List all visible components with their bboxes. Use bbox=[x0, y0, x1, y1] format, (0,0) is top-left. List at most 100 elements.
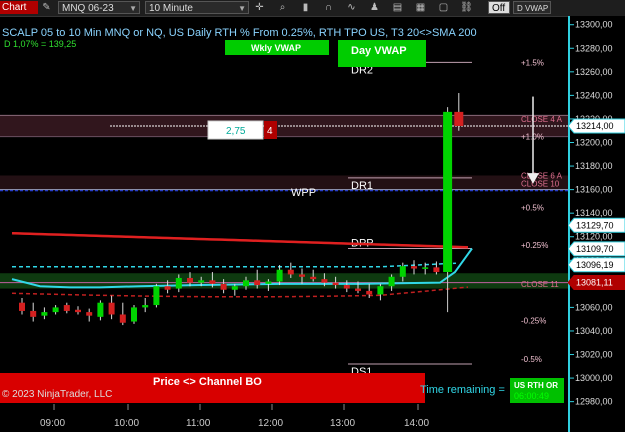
candle-body bbox=[75, 309, 81, 313]
candle-body bbox=[86, 312, 93, 316]
crosshair-icon[interactable]: ✛ bbox=[253, 1, 266, 14]
chart-title: SCALP 05 to 10 Min MNQ or NQ, US Daily R… bbox=[2, 27, 477, 39]
candle-body bbox=[310, 276, 317, 280]
pivot-label-dr1: DR1 bbox=[351, 180, 373, 192]
candle-body bbox=[209, 280, 216, 284]
session-badge: US RTH OR bbox=[514, 381, 558, 390]
candle-body bbox=[220, 283, 227, 290]
price-tick-label: 13020,00 bbox=[575, 350, 613, 360]
pct-label: +1.5% bbox=[521, 58, 544, 67]
close-zone bbox=[0, 175, 568, 190]
candle-32 bbox=[377, 283, 384, 301]
price-tick-label: 13180,00 bbox=[575, 161, 613, 171]
time-label: 10:00 bbox=[114, 418, 139, 429]
candle-body bbox=[443, 111, 453, 273]
pct-label: -0.25% bbox=[521, 316, 546, 325]
chart-tab[interactable]: Chart bbox=[0, 1, 38, 14]
pct-label: +0.5% bbox=[521, 203, 544, 212]
price-tick-label: 13120,00 bbox=[575, 232, 613, 242]
candle-body bbox=[41, 312, 48, 316]
candle-body bbox=[142, 305, 149, 308]
order-count: 4 bbox=[267, 126, 273, 137]
time-label: 13:00 bbox=[330, 418, 355, 429]
candle-body bbox=[377, 286, 384, 295]
interval-value: 10 Minute bbox=[149, 3, 193, 14]
strategy-icon[interactable]: ♟ bbox=[368, 1, 381, 14]
price-tick-label: 13260,00 bbox=[575, 67, 613, 77]
close-label: CLOSE 4 A bbox=[521, 115, 563, 124]
copyright: © 2023 NinjaTrader, LLC bbox=[2, 389, 112, 400]
candle-body bbox=[198, 280, 205, 283]
candle-body bbox=[108, 302, 115, 315]
candle-body bbox=[164, 286, 171, 290]
candle-body bbox=[366, 290, 373, 295]
chart-subtitle: D 1,07% = 139,25 bbox=[4, 39, 76, 49]
time-label: 12:00 bbox=[258, 418, 283, 429]
upper-band-line bbox=[12, 262, 457, 268]
candle-body bbox=[343, 285, 350, 289]
close-label: CLOSE 10 bbox=[521, 180, 560, 189]
candle-11 bbox=[142, 297, 149, 313]
day-vwap-line bbox=[11, 231, 469, 249]
candle-body bbox=[399, 266, 406, 277]
time-remaining-value: 06:00:49 bbox=[514, 391, 549, 401]
candle-body bbox=[433, 267, 440, 273]
template-icon[interactable]: ▦ bbox=[414, 1, 427, 14]
candle-body bbox=[153, 286, 160, 306]
candle-2 bbox=[41, 307, 48, 320]
link-icon[interactable]: ⛓ bbox=[460, 1, 473, 14]
price-tick-label: 13140,00 bbox=[575, 208, 613, 218]
candle-body bbox=[276, 269, 283, 282]
value-area-zone bbox=[0, 273, 568, 289]
draw-tool-icon[interactable]: ✎ bbox=[40, 1, 53, 14]
price-marker-label: 13129,70 bbox=[576, 220, 614, 230]
candle-9 bbox=[119, 302, 126, 326]
candle-body bbox=[254, 280, 261, 286]
day-vwap-label: Day VWAP bbox=[351, 45, 407, 57]
candle-body bbox=[454, 111, 464, 127]
pct-label: +0.25% bbox=[521, 241, 548, 250]
candle-4 bbox=[63, 302, 70, 314]
candle-body bbox=[411, 266, 417, 269]
properties-icon[interactable]: ▤ bbox=[391, 1, 404, 14]
candle-body bbox=[243, 280, 249, 287]
candle-body bbox=[388, 276, 395, 287]
candle-body bbox=[175, 277, 182, 289]
window-icon[interactable]: ▢ bbox=[437, 1, 450, 14]
magnet-icon[interactable]: ∩ bbox=[322, 1, 335, 14]
candle-body bbox=[265, 281, 272, 284]
candle-body bbox=[332, 282, 339, 286]
candle-body bbox=[63, 305, 70, 311]
candle-body bbox=[30, 310, 37, 317]
close-label: CLOSE 11 bbox=[521, 280, 559, 289]
off-toggle[interactable]: Off bbox=[488, 1, 510, 14]
price-tick-label: 13200,00 bbox=[575, 138, 613, 148]
bar-type-icon[interactable]: ▮ bbox=[299, 1, 312, 14]
price-tick-label: 12980,00 bbox=[575, 397, 613, 407]
price-marker-label: 13081,11 bbox=[576, 278, 613, 288]
price-channel-label: Price <> Channel BO bbox=[153, 376, 262, 388]
candle-1 bbox=[30, 302, 37, 322]
chevron-down-icon: ▼ bbox=[129, 4, 137, 13]
price-tick-label: 13240,00 bbox=[575, 90, 613, 100]
chevron-down-icon: ▼ bbox=[238, 4, 246, 13]
price-tick-label: 13040,00 bbox=[575, 326, 613, 336]
candle-0 bbox=[19, 297, 25, 315]
candle-body bbox=[52, 307, 59, 313]
price-axis[interactable]: 13300,0013280,0013260,0013240,0013220,00… bbox=[568, 16, 625, 432]
d-vwap-button[interactable]: D VWAP bbox=[513, 1, 551, 14]
candle-7 bbox=[97, 300, 104, 321]
chart-panel[interactable]: DR2DR1DPPDS1+1.5%+1.0%+0.5%+0.25%-0.25%-… bbox=[0, 16, 568, 432]
indicator-icon[interactable]: ∿ bbox=[345, 1, 358, 14]
price-tick-label: 13000,00 bbox=[575, 373, 613, 383]
price-marker-label: 13096,19 bbox=[576, 260, 614, 270]
interval-selector[interactable]: 10 Minute ▼ bbox=[145, 1, 249, 14]
price-marker-label: 13109,70 bbox=[576, 244, 614, 254]
instrument-selector[interactable]: MNQ 06-23 ▼ bbox=[58, 1, 140, 14]
pct-label: -0.5% bbox=[521, 355, 542, 364]
candle-body bbox=[187, 277, 193, 283]
zoom-icon[interactable]: ⌕ bbox=[276, 1, 289, 14]
candle-37 bbox=[433, 261, 440, 275]
order-qty: 2,75 bbox=[226, 126, 246, 137]
price-tick-label: 13300,00 bbox=[575, 20, 613, 30]
